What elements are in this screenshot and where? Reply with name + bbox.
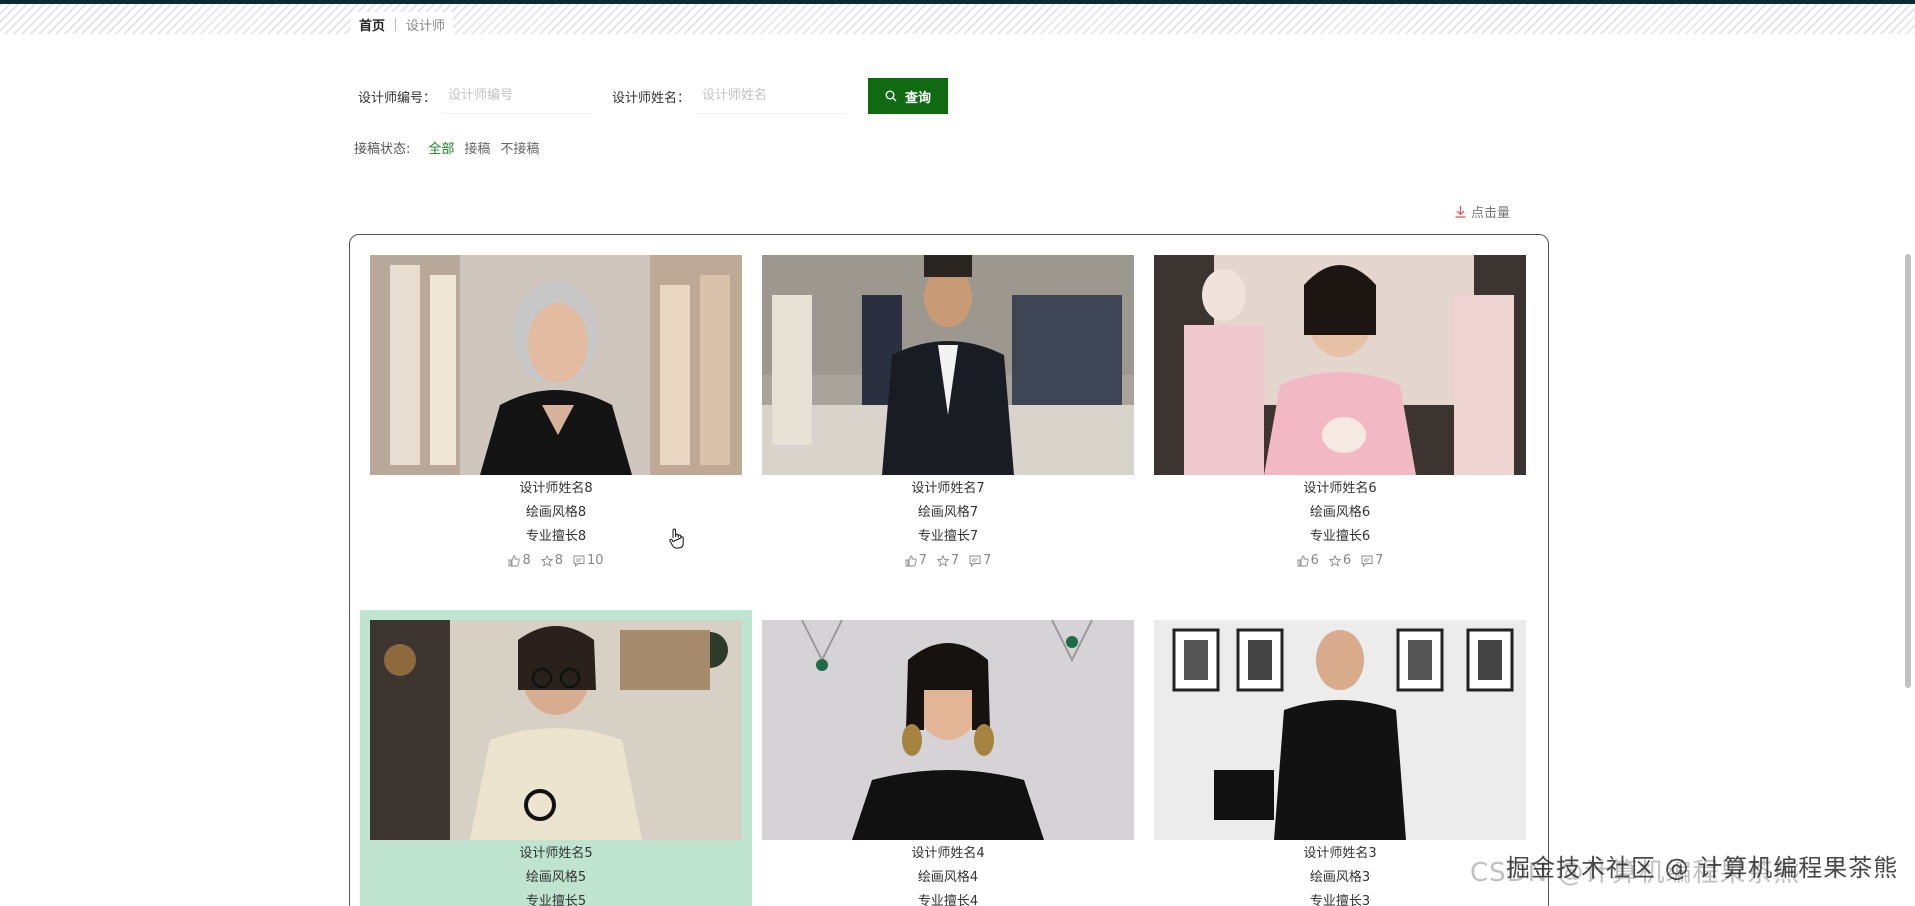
designer-specialty: 专业擅长7: [917, 529, 979, 544]
favorite-count: 8: [540, 553, 563, 568]
designer-stats: 6 6 7: [1154, 553, 1526, 568]
star-icon: [936, 554, 949, 567]
thumbs-up-icon: [508, 555, 521, 566]
sort-by-clicks[interactable]: 点击量: [1454, 202, 1510, 221]
designer-specialty: 专业擅长4: [917, 894, 979, 906]
designer-name: 设计师姓名4: [911, 846, 985, 861]
favorite-count: 7: [936, 553, 959, 568]
designer-card[interactable]: 设计师姓名8 绘画风格8 专业擅长8 8 8 10: [370, 255, 742, 568]
search-icon: [885, 90, 897, 102]
designer-id-input[interactable]: [442, 78, 593, 114]
designer-specialty: 专业擅长3: [1309, 894, 1371, 906]
thumbs-up-icon: [1297, 555, 1309, 566]
sort-download-icon: [1455, 206, 1466, 218]
filter-option-all[interactable]: 全部: [428, 138, 454, 157]
designer-photo[interactable]: [762, 620, 1134, 840]
sort-label: 点击量: [1471, 206, 1511, 221]
designer-specialty: 专业擅长6: [1309, 529, 1371, 544]
designer-style: 绘画风格5: [525, 870, 587, 885]
star-icon: [1328, 554, 1341, 567]
comment-count: 7: [1361, 553, 1383, 568]
filter-option-not-accepting[interactable]: 不接稿: [500, 138, 539, 157]
designer-name: 设计师姓名8: [519, 481, 593, 496]
status-filter-label: 接稿状态:: [354, 142, 411, 157]
comment-icon: [1361, 555, 1373, 567]
designer-style: 绘画风格4: [917, 870, 979, 885]
designer-card-hovered[interactable]: 设计师姓名5 绘画风格5 专业擅长5: [360, 610, 752, 906]
decorative-stripe: [0, 4, 1915, 34]
star-icon: [540, 554, 553, 567]
comment-icon: [573, 555, 585, 567]
query-button-label: 查询: [905, 90, 932, 106]
breadcrumb: 首页 设计师: [351, 12, 454, 36]
comment-count: 7: [969, 553, 991, 568]
breadcrumb-separator: [395, 17, 397, 31]
designer-stats: 7 7 7: [762, 553, 1134, 568]
designer-stats: 8 8 10: [370, 553, 742, 568]
designer-card[interactable]: 设计师姓名6 绘画风格6 专业擅长6 6 6 7: [1154, 255, 1526, 568]
filter-option-accepting[interactable]: 接稿: [464, 138, 490, 157]
designer-photo[interactable]: [370, 255, 742, 475]
comment-icon: [969, 555, 981, 567]
query-button[interactable]: 查询: [868, 78, 949, 114]
designer-style: 绘画风格6: [1309, 505, 1371, 520]
status-filter: 接稿状态: 全部 接稿 不接稿: [354, 138, 549, 157]
thumbs-up-icon: [905, 555, 917, 566]
designer-name: 设计师姓名7: [911, 481, 985, 496]
page-scrollbar[interactable]: [1905, 254, 1911, 688]
designer-card[interactable]: 设计师姓名7 绘画风格7 专业擅长7 7 7 7: [762, 255, 1134, 568]
like-count: 6: [1297, 553, 1319, 568]
designer-name-input[interactable]: [696, 78, 847, 114]
designer-photo[interactable]: [370, 620, 742, 840]
like-count: 8: [508, 553, 531, 568]
designer-name: 设计师姓名6: [1303, 481, 1377, 496]
comment-count: 10: [573, 553, 604, 568]
breadcrumb-current: 设计师: [406, 18, 446, 34]
designer-style: 绘画风格8: [525, 505, 587, 520]
designer-specialty: 专业擅长8: [525, 529, 587, 544]
designer-list-panel: 设计师姓名8 绘画风格8 专业擅长8 8 8 10 设计师姓名7 绘画风格7 专…: [349, 234, 1549, 906]
designer-photo[interactable]: [762, 255, 1134, 475]
designer-specialty: 专业擅长5: [525, 894, 587, 906]
watermark-overlay: 掘金技术社区 @ 计算机编程果茶熊: [1506, 854, 1899, 882]
favorite-count: 6: [1328, 553, 1351, 568]
breadcrumb-home[interactable]: 首页: [359, 15, 385, 34]
designer-name-label: 设计师姓名：: [612, 90, 691, 106]
designer-card[interactable]: 设计师姓名4 绘画风格4 专业擅长4: [762, 620, 1134, 906]
designer-name: 设计师姓名5: [519, 846, 593, 861]
designer-style: 绘画风格7: [917, 505, 979, 520]
search-bar: 设计师编号： 设计师姓名： 查询: [358, 78, 949, 114]
hand-pointer-cursor-icon: [669, 528, 684, 549]
designer-id-label: 设计师编号：: [358, 90, 437, 106]
designer-photo[interactable]: [1154, 620, 1526, 840]
like-count: 7: [905, 553, 927, 568]
designer-photo[interactable]: [1154, 255, 1526, 475]
